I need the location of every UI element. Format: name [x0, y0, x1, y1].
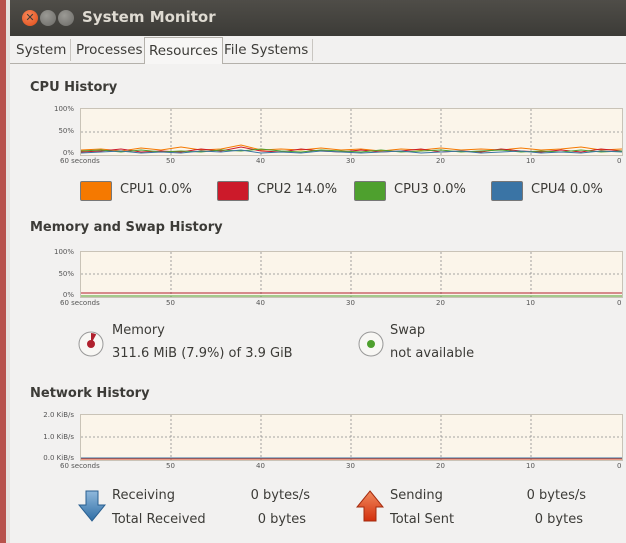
cpu3-color-button[interactable]	[354, 181, 386, 201]
cpu-y-tick: 100%	[53, 105, 74, 113]
sending-label: Sending	[390, 488, 443, 503]
memory-graph-canvas	[81, 252, 622, 297]
swap-label: Swap	[390, 323, 426, 338]
network-graph-canvas	[81, 415, 622, 460]
network-x-tick: 20	[436, 462, 445, 470]
memory-x-tick: 50	[166, 299, 175, 307]
memory-y-tick: 100%	[53, 248, 74, 256]
cpu1-color-button[interactable]	[80, 181, 112, 201]
close-button[interactable]: ✕	[22, 10, 38, 26]
cpu1-line	[81, 144, 622, 152]
cpu3-label: CPU3 0.0%	[394, 182, 466, 197]
cpu-history-title: CPU History	[30, 80, 118, 95]
tab-bar: System Processes Resources File Systems	[10, 37, 626, 64]
memory-x-tick: 30	[346, 299, 355, 307]
memory-label: Memory	[112, 323, 165, 338]
total-sent-label: Total Sent	[390, 512, 455, 527]
system-monitor-window: ✕ System Monitor System Processes Resour…	[10, 0, 626, 543]
total-received-label: Total Received	[112, 512, 206, 527]
cpu-x-tick: 40	[256, 157, 265, 165]
swap-value: not available	[390, 346, 475, 361]
memory-x-tick: 10	[526, 299, 535, 307]
network-x-tick: 0	[617, 462, 622, 470]
cpu-history-graph	[80, 108, 623, 156]
network-x-tick: 50	[166, 462, 175, 470]
memory-x-tick: 0	[617, 299, 622, 307]
tab-processes[interactable]: Processes	[72, 39, 148, 61]
memory-x-tick: 40	[256, 299, 265, 307]
sending-rate: 0 bytes/s	[526, 488, 586, 503]
memory-value: 311.6 MiB (7.9%) of 3.9 GiB	[112, 346, 293, 361]
cpu-graph-canvas	[81, 109, 622, 155]
network-x-tick: 60 seconds	[60, 462, 100, 470]
cpu2-label: CPU2 14.0%	[257, 182, 338, 197]
cpu2-color-button[interactable]	[217, 181, 249, 201]
cpu4-label: CPU4 0.0%	[531, 182, 603, 197]
memory-history-title: Memory and Swap History	[30, 220, 223, 235]
memory-y-tick: 50%	[58, 270, 74, 278]
memory-x-tick: 20	[436, 299, 445, 307]
total-sent-value: 0 bytes	[534, 512, 583, 527]
cpu-x-tick: 50	[166, 157, 175, 165]
network-y-tick: 1.0 KiB/s	[43, 433, 74, 441]
maximize-button[interactable]	[58, 10, 74, 26]
network-history-title: Network History	[30, 386, 150, 401]
network-y-tick: 0.0 KiB/s	[43, 454, 74, 462]
window-title: System Monitor	[82, 8, 216, 26]
network-y-tick: 2.0 KiB/s	[43, 411, 74, 419]
title-bar: ✕ System Monitor	[10, 0, 626, 36]
receiving-arrow-icon[interactable]	[78, 490, 106, 522]
tab-system[interactable]: System	[12, 39, 72, 61]
sending-arrow-icon[interactable]	[356, 490, 384, 522]
tab-resources[interactable]: Resources	[144, 37, 223, 64]
cpu-x-tick: 60 seconds	[60, 157, 100, 165]
desktop-edge	[0, 0, 10, 543]
cpu-x-tick: 10	[526, 157, 535, 165]
memory-history-graph	[80, 251, 623, 298]
memory-y-tick: 0%	[62, 291, 74, 299]
total-received-value: 0 bytes	[257, 512, 306, 527]
cpu4-color-button[interactable]	[491, 181, 523, 201]
receiving-rate: 0 bytes/s	[250, 488, 310, 503]
memory-x-tick: 60 seconds	[60, 299, 100, 307]
cpu1-label: CPU1 0.0%	[120, 182, 192, 197]
network-history-graph	[80, 414, 623, 461]
cpu-x-tick: 30	[346, 157, 355, 165]
minimize-button[interactable]	[40, 10, 56, 26]
close-icon: ✕	[25, 11, 35, 24]
tab-file-systems[interactable]: File Systems	[220, 39, 314, 61]
receiving-label: Receiving	[112, 488, 176, 503]
cpu-y-tick: 50%	[58, 127, 74, 135]
network-x-tick: 30	[346, 462, 355, 470]
swap-pie-icon[interactable]	[358, 331, 384, 357]
cpu-y-tick: 0%	[62, 149, 74, 157]
network-x-tick: 10	[526, 462, 535, 470]
network-x-tick: 40	[256, 462, 265, 470]
memory-pie-icon[interactable]	[78, 331, 104, 357]
cpu-x-tick: 20	[436, 157, 445, 165]
cpu-x-tick: 0	[617, 157, 622, 165]
